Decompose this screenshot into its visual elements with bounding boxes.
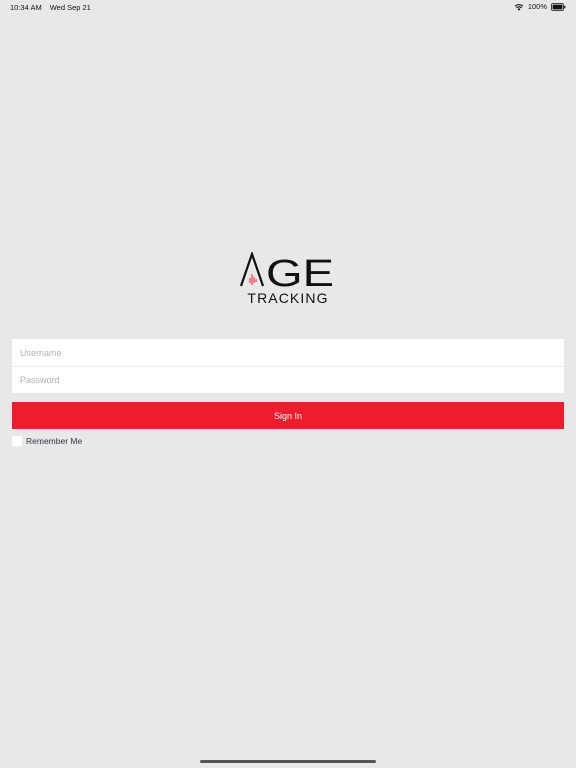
logo-letters-ge: GE (266, 253, 334, 288)
logo-subtitle: TRACKING (247, 290, 329, 306)
status-bar: 10:34 AM Wed Sep 21 100% (0, 0, 576, 14)
remember-me-checkbox[interactable] (12, 436, 22, 446)
wifi-icon (514, 3, 524, 11)
age-tracking-logo: GE TRACKING (240, 252, 336, 308)
password-input[interactable] (20, 375, 564, 385)
battery-icon (551, 2, 566, 11)
username-input[interactable] (20, 347, 564, 358)
logo-accent-lines (249, 274, 257, 285)
username-field-container (12, 339, 564, 366)
remember-me-row[interactable]: Remember Me (12, 436, 82, 446)
sign-in-button[interactable]: Sign In (12, 402, 564, 429)
password-field-container (12, 366, 564, 393)
logo-wordmark: GE (240, 252, 334, 288)
login-form (12, 339, 564, 393)
status-date: Wed Sep 21 (49, 3, 91, 12)
status-time: 10:34 AM (10, 3, 42, 12)
status-right: 100% (514, 2, 566, 11)
battery-percent: 100% (527, 2, 547, 11)
remember-me-label[interactable]: Remember Me (26, 436, 82, 446)
status-left: 10:34 AM Wed Sep 21 (10, 3, 91, 12)
home-indicator[interactable] (200, 760, 376, 763)
